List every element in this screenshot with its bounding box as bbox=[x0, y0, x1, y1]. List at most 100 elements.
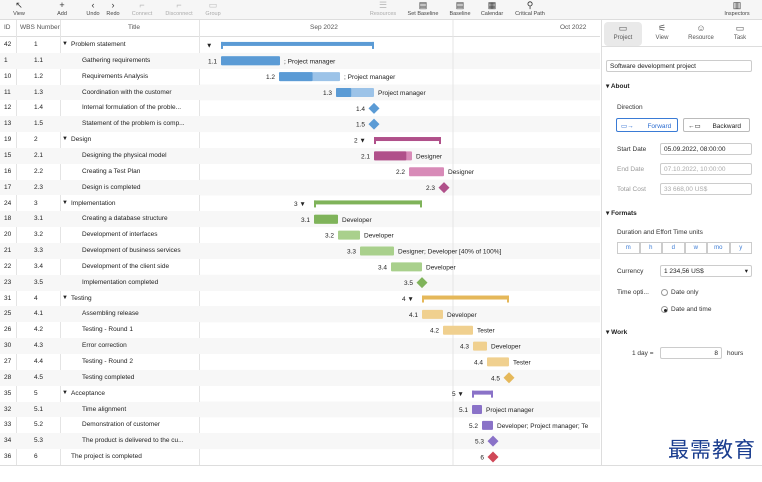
bar-wbs-label[interactable]: 3.1 bbox=[301, 217, 310, 224]
task-bar[interactable] bbox=[338, 230, 360, 240]
task-title[interactable]: Error correction bbox=[82, 342, 196, 349]
bar-wbs-label[interactable]: 3.4 bbox=[378, 264, 387, 271]
row-stripe[interactable] bbox=[200, 433, 600, 450]
task-bar-progress[interactable] bbox=[314, 214, 338, 224]
bar-collapse-icon[interactable]: ▼ bbox=[206, 42, 212, 49]
summary-bar-cap[interactable] bbox=[491, 390, 493, 398]
collapse-triangle-icon[interactable]: ▼ bbox=[62, 200, 68, 206]
row-stripe[interactable] bbox=[200, 369, 600, 386]
bar-wbs-label[interactable]: 1.3 bbox=[323, 90, 332, 97]
task-title[interactable]: Coordination with the customer bbox=[82, 89, 196, 96]
add-button[interactable]: + Add bbox=[50, 0, 74, 20]
bar-wbs-label[interactable]: 1.5 bbox=[356, 122, 365, 129]
calendar-button[interactable]: ▦ Calendar bbox=[478, 0, 506, 20]
row-stripe[interactable] bbox=[200, 179, 600, 196]
milestone-diamond[interactable] bbox=[487, 451, 499, 463]
section-about[interactable]: ▾ About bbox=[606, 82, 630, 90]
tab-view[interactable]: ⚟ View bbox=[643, 22, 681, 46]
row-stripe[interactable] bbox=[200, 274, 600, 291]
collapse-triangle-icon[interactable]: ▼ bbox=[62, 390, 68, 396]
summary-bar[interactable] bbox=[472, 390, 493, 395]
undo-button[interactable]: ‹ Undo bbox=[84, 0, 102, 20]
connect-button[interactable]: ⌐ Connect bbox=[128, 0, 156, 20]
bar-wbs-label[interactable]: 2.3 bbox=[426, 185, 435, 192]
start-date-field[interactable]: 05.09.2022, 08:00:00 bbox=[660, 143, 752, 155]
bar-wbs-label[interactable]: 5.1 bbox=[459, 407, 468, 414]
task-bar[interactable] bbox=[482, 420, 493, 430]
project-name-field[interactable]: Software development project bbox=[606, 60, 752, 72]
column-header-id[interactable]: ID bbox=[4, 24, 11, 31]
date-and-time-radio[interactable] bbox=[661, 306, 668, 313]
row-stripe[interactable] bbox=[200, 211, 600, 228]
task-title[interactable]: Creating a database structure bbox=[82, 215, 196, 222]
column-header-title[interactable]: Title bbox=[128, 24, 140, 31]
gantt-chart[interactable]: ▼ 1.1 ; Project manager 1.2 ; Project manage… bbox=[200, 20, 600, 465]
task-bar[interactable] bbox=[422, 309, 443, 319]
task-bar[interactable] bbox=[409, 167, 444, 177]
task-title[interactable]: Development of the client side bbox=[82, 263, 196, 270]
view-button[interactable]: ↖ View bbox=[4, 0, 34, 20]
task-title[interactable]: Testing completed bbox=[82, 374, 196, 381]
bar-wbs-label[interactable]: 3.3 bbox=[347, 248, 356, 255]
redo-button[interactable]: › Redo bbox=[104, 0, 122, 20]
bar-resource-label[interactable]: Developer bbox=[447, 312, 477, 319]
summary-bar-cap[interactable] bbox=[439, 137, 441, 145]
task-bar[interactable] bbox=[391, 262, 422, 272]
bar-wbs-label[interactable]: 1.1 bbox=[208, 58, 217, 65]
collapse-triangle-icon[interactable]: ▼ bbox=[62, 136, 68, 142]
task-title[interactable]: Development of business services bbox=[82, 247, 196, 254]
task-title[interactable]: Problem statement bbox=[71, 41, 197, 48]
date-only-label[interactable]: Date only bbox=[671, 289, 698, 296]
bar-wbs-label[interactable]: 6 bbox=[480, 455, 484, 462]
task-bar[interactable] bbox=[360, 246, 394, 256]
summary-bar-cap[interactable] bbox=[314, 200, 316, 208]
summary-bar[interactable] bbox=[221, 41, 374, 46]
task-title[interactable]: Implementation completed bbox=[82, 279, 196, 286]
bar-resource-label[interactable]: Developer bbox=[491, 344, 521, 351]
hours-per-day-field[interactable]: 8 bbox=[660, 347, 722, 359]
disconnect-button[interactable]: ⌐ Disconnect bbox=[161, 0, 197, 20]
bar-resource-label[interactable]: Developer bbox=[364, 233, 394, 240]
bar-wbs-label[interactable]: 5 ▼ bbox=[452, 391, 464, 398]
task-title[interactable]: Time alignment bbox=[82, 406, 196, 413]
bar-wbs-label[interactable]: 5.2 bbox=[469, 423, 478, 430]
bar-resource-label[interactable]: Designer bbox=[448, 169, 475, 176]
bar-wbs-label[interactable]: 2 ▼ bbox=[354, 138, 366, 145]
bar-resource-label[interactable]: Tester bbox=[477, 328, 496, 335]
summary-bar-cap[interactable] bbox=[472, 390, 474, 398]
bar-resource-label[interactable]: Designer; Developer [40% of 100%] bbox=[398, 248, 502, 255]
summary-bar[interactable] bbox=[374, 137, 441, 142]
bar-wbs-label[interactable]: 4.5 bbox=[491, 375, 500, 382]
tab-resource[interactable]: ☺ Resource bbox=[682, 22, 720, 46]
gantt-canvas[interactable]: ▼ 1.1 ; Project manager 1.2 ; Project manage… bbox=[200, 20, 600, 465]
task-title[interactable]: Testing bbox=[71, 295, 197, 302]
bar-resource-label[interactable]: ; Project manager bbox=[284, 58, 336, 65]
group-button[interactable]: ▭ Group bbox=[202, 0, 224, 20]
bar-wbs-label[interactable]: 3.2 bbox=[325, 233, 334, 240]
task-title[interactable]: Acceptance bbox=[71, 390, 197, 397]
summary-bar[interactable] bbox=[314, 200, 422, 205]
row-stripe[interactable] bbox=[200, 306, 600, 323]
bar-wbs-label[interactable]: 4.2 bbox=[430, 328, 439, 335]
row-stripe[interactable] bbox=[200, 401, 600, 418]
task-bar-progress[interactable] bbox=[279, 72, 313, 82]
bar-resource-label[interactable]: Developer; Project manager; Te bbox=[497, 423, 589, 430]
currency-select[interactable]: 1 234,56 US$ ▾ bbox=[660, 265, 752, 277]
time-unit-mo[interactable]: mo bbox=[707, 242, 730, 254]
task-title[interactable]: Testing - Round 1 bbox=[82, 326, 196, 333]
task-title[interactable]: Statement of the problem is comp... bbox=[82, 120, 196, 127]
task-title[interactable]: Demonstration of customer bbox=[82, 421, 196, 428]
task-title[interactable]: Internal formulation of the proble... bbox=[82, 104, 196, 111]
bar-resource-label[interactable]: Developer bbox=[342, 217, 372, 224]
critical-path-button[interactable]: ⚲ Critical Path bbox=[510, 0, 550, 20]
task-title[interactable]: Design bbox=[71, 136, 197, 143]
summary-bar-cap[interactable] bbox=[372, 41, 374, 49]
bar-wbs-label[interactable]: 5.3 bbox=[475, 439, 484, 446]
summary-bar-cap[interactable] bbox=[420, 200, 422, 208]
bar-wbs-label[interactable]: 4.3 bbox=[460, 344, 469, 351]
collapse-triangle-icon[interactable]: ▼ bbox=[62, 41, 68, 47]
bar-resource-label[interactable]: ; Project manager bbox=[344, 74, 396, 81]
inspectors-button[interactable]: ▥ Inspectors bbox=[720, 0, 754, 20]
task-title[interactable]: The project is completed bbox=[71, 453, 197, 460]
date-and-time-label[interactable]: Date and time bbox=[671, 306, 711, 313]
